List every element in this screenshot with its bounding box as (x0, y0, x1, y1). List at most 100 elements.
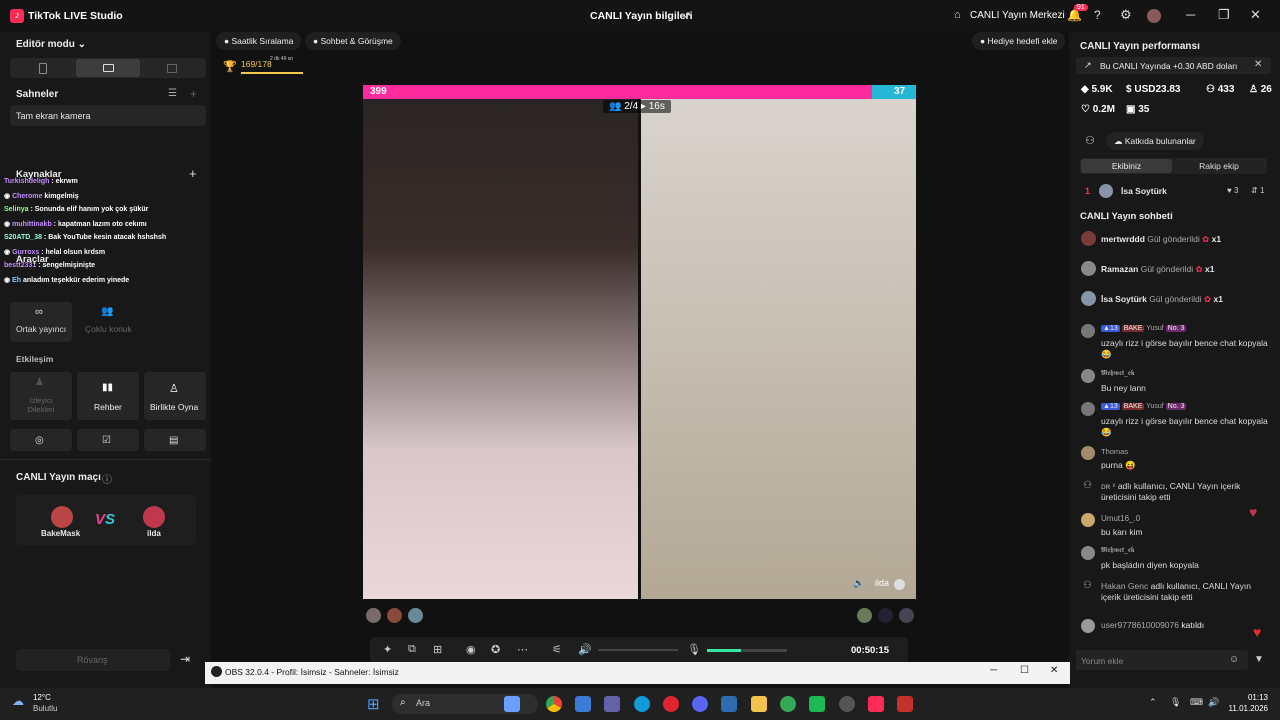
guide-button[interactable] (77, 372, 139, 420)
volume-slider[interactable] (598, 649, 678, 651)
multi-guest-button[interactable]: Çoklu konuk (85, 324, 132, 334)
app-green-icon[interactable] (809, 696, 825, 712)
left-supporter-3[interactable] (408, 608, 423, 623)
opera-icon[interactable] (663, 696, 679, 712)
app-title: TikTok LIVE Studio (28, 10, 123, 22)
minimize-icon[interactable]: ─ (1186, 7, 1195, 22)
right-supporter-3[interactable] (899, 608, 914, 623)
restore-icon[interactable]: ❐ (1218, 7, 1230, 23)
book-icon: ▮▮ (102, 382, 114, 393)
rotate-icon[interactable] (167, 64, 177, 73)
inbox-icon: ▤ (169, 435, 179, 446)
obs-maximize-icon[interactable]: ☐ (1020, 665, 1029, 676)
add-icon[interactable] (894, 579, 905, 590)
tab-your-team[interactable]: Ekibiniz (1081, 159, 1172, 173)
score-right: 37 (894, 86, 906, 97)
tray-network-icon[interactable]: ⌨ (1190, 697, 1203, 708)
player2-avatar[interactable] (143, 506, 165, 528)
gift-avatar[interactable] (1081, 231, 1096, 246)
chat-avatar[interactable] (1081, 402, 1095, 416)
portrait-icon[interactable] (39, 63, 47, 74)
chat-avatar[interactable] (1081, 446, 1095, 460)
layout-icon[interactable]: ⊞ (433, 643, 442, 656)
play-together-button[interactable] (144, 372, 206, 420)
chat-avatar[interactable] (1081, 619, 1095, 633)
list-icon[interactable]: ☰ (168, 88, 177, 99)
mic-icon[interactable]: 🎙 (687, 643, 701, 656)
tab-chat-meet[interactable]: ● Sohbet & Görüşme (305, 32, 401, 50)
tab-hourly-ranking[interactable]: ● Saatlik Sıralama (216, 32, 302, 50)
tray-chevron-icon[interactable]: ⌃ (1149, 697, 1157, 708)
chrome-icon[interactable] (546, 696, 562, 712)
engagement-title: Etkileşim (16, 354, 54, 364)
edge-icon[interactable] (634, 696, 650, 712)
gift-goal-button[interactable]: ● Hediye hedefi ekle (972, 32, 1066, 50)
obs-taskbar-icon[interactable] (839, 696, 855, 712)
live-chat-title: CANLI Yayın sohbeti (1080, 211, 1173, 222)
chat-avatar[interactable] (1081, 513, 1095, 527)
windows-start-icon[interactable]: ⊞ (367, 695, 380, 713)
chat-avatar[interactable] (1081, 546, 1095, 560)
emoji-icon[interactable]: ☺ (1229, 654, 1239, 665)
exit-icon[interactable]: ⇥ (180, 652, 190, 666)
add-scene-icon[interactable]: + (190, 87, 197, 101)
profile-avatar[interactable] (1147, 9, 1161, 23)
tray-mic-icon[interactable]: 🎙 (1170, 697, 1181, 708)
weather-text: Bulutlu (33, 704, 58, 713)
home-icon[interactable]: ⌂ (954, 9, 961, 21)
close-icon[interactable]: ✕ (1250, 7, 1261, 23)
tiktok-logo-icon: ♪ (10, 9, 24, 23)
effects-icon[interactable]: ⧉ (408, 643, 416, 656)
editor-mode-dropdown[interactable]: Editör modu ⌄ (16, 39, 86, 50)
tab-rival-team[interactable]: Rakip ekip (1172, 159, 1266, 173)
rematch-label: Rövanş (77, 655, 108, 665)
live-center-button[interactable]: CANLI Yayın Merkezi (970, 10, 1065, 21)
right-supporter-1[interactable] (857, 608, 872, 623)
live-info-title[interactable]: CANLI Yayın bilgileri (590, 10, 693, 22)
gear-icon[interactable]: ⚙ (1120, 7, 1132, 23)
record-icon[interactable]: ◉ (466, 643, 476, 656)
magic-icon[interactable]: ✦ (383, 643, 392, 656)
left-supporter-2[interactable] (387, 608, 402, 623)
clock-date: 11.01.2026 (1228, 704, 1268, 713)
filter-icon[interactable]: ▼ (1254, 654, 1264, 665)
chat-avatar[interactable] (1081, 369, 1095, 383)
share-icon[interactable]: ↗ (682, 9, 691, 22)
right-supporter-2[interactable] (878, 608, 893, 623)
tiktok-taskbar-icon[interactable] (868, 696, 884, 712)
chrome-profile-icon[interactable] (780, 696, 796, 712)
store-icon[interactable] (575, 696, 591, 712)
obs-close-icon[interactable]: ✕ (1050, 665, 1058, 676)
volume-icon[interactable]: 🔊 (578, 643, 592, 656)
rank1-avatar[interactable] (1099, 184, 1113, 198)
gift-avatar[interactable] (1081, 291, 1096, 306)
info-icon[interactable]: ⓘ (102, 471, 112, 486)
more-icon[interactable]: ⋯ (517, 643, 528, 656)
sticker-icon[interactable]: ✪ (491, 643, 500, 656)
close-banner-icon[interactable]: ✕ (1254, 59, 1262, 70)
user-add-icon[interactable]: ⚇ (1085, 134, 1095, 147)
contributors-button[interactable]: ☁ Katkıda bulunanlar (1106, 132, 1204, 150)
usd-stat: $ USD23.83 (1126, 84, 1181, 95)
chat-avatar[interactable] (1081, 324, 1095, 338)
player1-avatar[interactable] (51, 506, 73, 528)
title-bar: ♪ TikTok LIVE Studio CANLI Yayın bilgile… (0, 0, 1280, 32)
discord-icon[interactable] (692, 696, 708, 712)
live-timer: 00:50:15 (851, 645, 890, 656)
chat-badges: ▲13 BAKE Yusuf No. 3 (1101, 325, 1187, 332)
help-icon[interactable]: ? (1094, 8, 1101, 22)
gift-msg: Ramazan Gül gönderildi ✿ x1 (1101, 264, 1215, 274)
taskbar-widget-icon[interactable] (504, 696, 520, 712)
weather-icon[interactable]: ☁ (12, 694, 24, 708)
teams-icon[interactable] (604, 696, 620, 712)
left-supporter-1[interactable] (366, 608, 381, 623)
settings-sliders-icon[interactable]: ⚟ (552, 643, 562, 656)
youtube-icon[interactable] (897, 696, 913, 712)
obs-minimize-icon[interactable]: ─ (990, 665, 997, 676)
obs-window[interactable]: OBS 32.0.4 - Profil: İsimsiz - Sahneler:… (205, 662, 1070, 684)
mail-icon[interactable] (721, 696, 737, 712)
tray-volume-icon[interactable]: 🔊 (1208, 697, 1219, 708)
speaker-icon[interactable]: 🔈 (853, 578, 864, 589)
folder-icon[interactable] (751, 696, 767, 712)
gift-avatar[interactable] (1081, 261, 1096, 276)
